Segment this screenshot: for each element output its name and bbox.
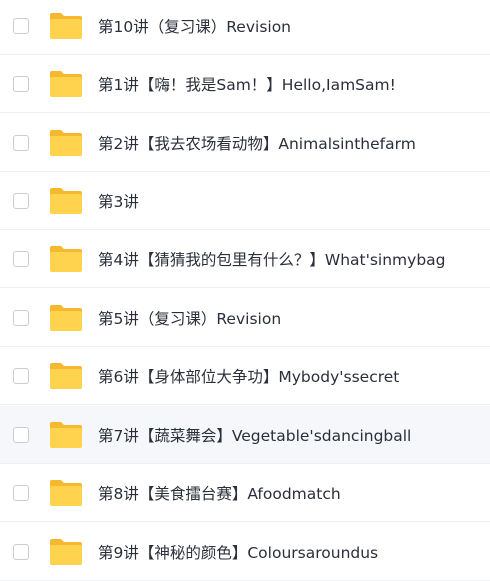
folder-name[interactable]: 第1讲【嗨！我是Sam！】Hello,IamSam! bbox=[98, 73, 396, 95]
folder-name[interactable]: 第4讲【猜猜我的包里有什么？】What'sinmybag bbox=[98, 248, 446, 270]
row-checkbox[interactable] bbox=[13, 134, 29, 151]
folder-name[interactable]: 第10讲（复习课）Revision bbox=[98, 15, 291, 37]
folder-icon bbox=[48, 186, 84, 216]
folder-icon bbox=[48, 11, 84, 41]
folder-name[interactable]: 第3讲 bbox=[98, 190, 139, 212]
folder-name[interactable]: 第9讲【神秘的颜色】Coloursaroundus bbox=[98, 541, 378, 563]
file-list: 第10讲（复习课）Revision 第1讲【嗨！我是Sam！】Hello,Iam… bbox=[0, 0, 490, 581]
folder-icon bbox=[48, 420, 84, 450]
row-checkbox[interactable] bbox=[13, 484, 29, 501]
list-item-folder[interactable]: 第8讲【美食擂台赛】Afoodmatch bbox=[0, 464, 490, 522]
list-item-folder[interactable]: 第9讲【神秘的颜色】Coloursaroundus bbox=[0, 523, 490, 581]
row-checkbox[interactable] bbox=[13, 250, 29, 267]
folder-icon bbox=[48, 478, 84, 508]
folder-icon bbox=[48, 69, 84, 99]
list-item-folder[interactable]: 第10讲（复习课）Revision bbox=[0, 0, 490, 55]
folder-name[interactable]: 第7讲【蔬菜舞会】Vegetable'sdancingball bbox=[98, 424, 411, 446]
row-checkbox[interactable] bbox=[13, 192, 29, 209]
list-item-folder[interactable]: 第4讲【猜猜我的包里有什么？】What'sinmybag bbox=[0, 230, 490, 288]
folder-name[interactable]: 第5讲（复习课）Revision bbox=[98, 307, 281, 329]
folder-icon bbox=[48, 128, 84, 158]
row-checkbox[interactable] bbox=[13, 543, 29, 560]
row-checkbox[interactable] bbox=[13, 17, 29, 34]
folder-icon bbox=[48, 303, 84, 333]
folder-name[interactable]: 第8讲【美食擂台赛】Afoodmatch bbox=[98, 482, 341, 504]
row-checkbox[interactable] bbox=[13, 75, 29, 92]
list-item-folder[interactable]: 第2讲【我去农场看动物】Animalsinthefarm bbox=[0, 114, 490, 172]
row-checkbox[interactable] bbox=[13, 309, 29, 326]
folder-name[interactable]: 第2讲【我去农场看动物】Animalsinthefarm bbox=[98, 132, 416, 154]
folder-icon bbox=[48, 244, 84, 274]
row-checkbox[interactable] bbox=[13, 426, 29, 443]
list-item-folder[interactable]: 第1讲【嗨！我是Sam！】Hello,IamSam! bbox=[0, 55, 490, 113]
list-item-folder[interactable]: 第3讲 bbox=[0, 172, 490, 230]
folder-icon bbox=[48, 361, 84, 391]
list-item-folder[interactable]: 第7讲【蔬菜舞会】Vegetable'sdancingball bbox=[0, 406, 490, 464]
list-item-folder[interactable]: 第6讲【身体部位大争功】Mybody'ssecret bbox=[0, 347, 490, 405]
row-checkbox[interactable] bbox=[13, 367, 29, 384]
list-item-folder[interactable]: 第5讲（复习课）Revision bbox=[0, 289, 490, 347]
folder-name[interactable]: 第6讲【身体部位大争功】Mybody'ssecret bbox=[98, 365, 399, 387]
folder-icon bbox=[48, 537, 84, 567]
